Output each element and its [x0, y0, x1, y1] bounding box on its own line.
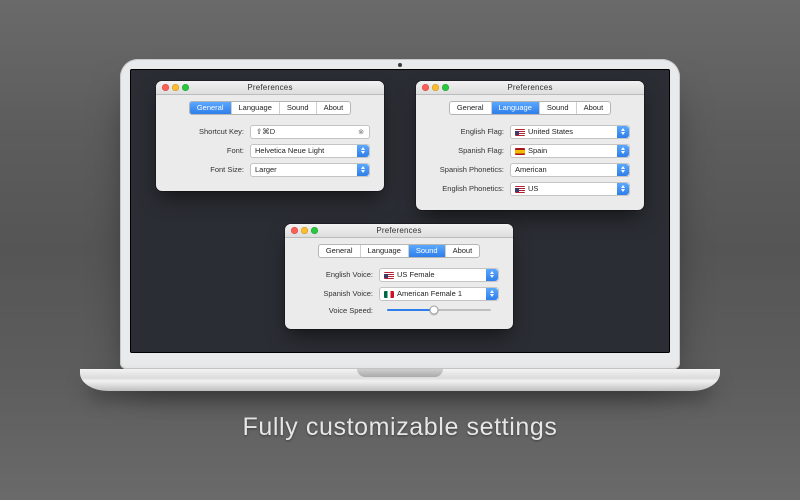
value-wrap: Spain — [515, 146, 547, 155]
tab-sound[interactable]: Sound — [409, 245, 446, 257]
row-english-flag: English Flag: United States — [430, 125, 630, 139]
row-font: Font: Helvetica Neue Light — [170, 144, 370, 158]
chevron-updown-icon — [617, 126, 629, 138]
english-flag-select[interactable]: United States — [510, 125, 630, 139]
row-shortcut: Shortcut Key: ⇧⌘D ⊗ — [170, 125, 370, 139]
tab-about[interactable]: About — [446, 245, 480, 257]
spanish-voice-value: American Female 1 — [397, 289, 462, 298]
font-select[interactable]: Helvetica Neue Light — [250, 144, 370, 158]
font-value: Helvetica Neue Light — [255, 146, 324, 155]
tab-bar: General Language Sound About — [449, 101, 611, 115]
font-size-value: Larger — [255, 165, 277, 174]
voice-speed-slider[interactable] — [379, 309, 499, 311]
spanish-phonetics-select[interactable]: American — [510, 163, 630, 177]
value-wrap: American Female 1 — [384, 289, 462, 298]
row-font-size: Font Size: Larger — [170, 163, 370, 177]
chevron-updown-icon — [617, 164, 629, 176]
slider-track — [387, 309, 491, 311]
preferences-window-language: Preferences General Language Sound About… — [416, 81, 644, 210]
tab-about[interactable]: About — [317, 102, 351, 114]
hinge-notch — [357, 369, 443, 377]
chevron-updown-icon — [486, 288, 498, 300]
tab-language[interactable]: Language — [232, 102, 280, 114]
chevron-updown-icon — [617, 145, 629, 157]
titlebar[interactable]: Preferences — [156, 81, 384, 95]
desktop: Preferences General Language Sound About… — [130, 69, 670, 353]
label-english-flag: English Flag: — [430, 127, 504, 136]
chevron-updown-icon — [617, 183, 629, 195]
row-english-phonetics: English Phonetics: US — [430, 182, 630, 196]
label-font-size: Font Size: — [170, 165, 244, 174]
label-voice-speed: Voice Speed: — [299, 306, 373, 315]
tab-general[interactable]: General — [319, 245, 361, 257]
row-spanish-flag: Spanish Flag: Spain — [430, 144, 630, 158]
row-english-voice: English Voice: US Female — [299, 268, 499, 282]
camera-dot — [398, 63, 402, 67]
label-font: Font: — [170, 146, 244, 155]
us-flag-icon — [515, 186, 525, 193]
marketing-caption: Fully customizable settings — [243, 413, 558, 442]
slider-thumb[interactable] — [429, 306, 438, 315]
chevron-updown-icon — [357, 164, 369, 176]
titlebar[interactable]: Preferences — [285, 224, 513, 238]
bezel: Preferences General Language Sound About… — [120, 59, 680, 369]
tab-sound[interactable]: Sound — [540, 102, 577, 114]
value-wrap: United States — [515, 127, 573, 136]
tab-language[interactable]: Language — [361, 245, 409, 257]
mexico-flag-icon — [384, 291, 394, 298]
row-spanish-voice: Spanish Voice: American Female 1 — [299, 287, 499, 301]
preferences-window-sound: Preferences General Language Sound About… — [285, 224, 513, 329]
english-voice-select[interactable]: US Female — [379, 268, 499, 282]
value-wrap: US Female — [384, 270, 435, 279]
english-phonetics-value: US — [528, 184, 538, 193]
spain-flag-icon — [515, 148, 525, 155]
form: English Flag: United States Spanish Flag… — [416, 115, 644, 210]
macbook-frame: Preferences General Language Sound About… — [80, 59, 720, 391]
tab-language[interactable]: Language — [492, 102, 540, 114]
chevron-updown-icon — [486, 269, 498, 281]
value-wrap: US — [515, 184, 538, 193]
us-flag-icon — [515, 129, 525, 136]
label-spanish-voice: Spanish Voice: — [299, 289, 373, 298]
window-title: Preferences — [416, 83, 644, 92]
form: Shortcut Key: ⇧⌘D ⊗ Font: Helvetica Neue… — [156, 115, 384, 191]
shortcut-value: ⇧⌘D — [256, 127, 275, 136]
tab-bar: General Language Sound About — [189, 101, 351, 115]
spanish-voice-select[interactable]: American Female 1 — [379, 287, 499, 301]
row-spanish-phonetics: Spanish Phonetics: American — [430, 163, 630, 177]
tab-about[interactable]: About — [577, 102, 611, 114]
titlebar[interactable]: Preferences — [416, 81, 644, 95]
label-spanish-phonetics: Spanish Phonetics: — [430, 165, 504, 174]
us-flag-icon — [384, 272, 394, 279]
spanish-flag-select[interactable]: Spain — [510, 144, 630, 158]
spanish-flag-value: Spain — [528, 146, 547, 155]
preferences-window-general: Preferences General Language Sound About… — [156, 81, 384, 191]
laptop-deck — [80, 369, 720, 391]
shortcut-input[interactable]: ⇧⌘D ⊗ — [250, 125, 370, 139]
record-icon: ⊗ — [358, 128, 364, 136]
label-english-phonetics: English Phonetics: — [430, 184, 504, 193]
form: English Voice: US Female Spanish Voice: … — [285, 258, 513, 329]
english-phonetics-select[interactable]: US — [510, 182, 630, 196]
slider-fill — [387, 309, 434, 311]
label-shortcut: Shortcut Key: — [170, 127, 244, 136]
window-title: Preferences — [156, 83, 384, 92]
label-spanish-flag: Spanish Flag: — [430, 146, 504, 155]
tab-general[interactable]: General — [190, 102, 232, 114]
english-voice-value: US Female — [397, 270, 435, 279]
chevron-updown-icon — [357, 145, 369, 157]
label-english-voice: English Voice: — [299, 270, 373, 279]
window-title: Preferences — [285, 226, 513, 235]
tab-general[interactable]: General — [450, 102, 492, 114]
english-flag-value: United States — [528, 127, 573, 136]
tab-bar: General Language Sound About — [318, 244, 480, 258]
tab-sound[interactable]: Sound — [280, 102, 317, 114]
row-voice-speed: Voice Speed: — [299, 306, 499, 315]
spanish-phonetics-value: American — [515, 165, 547, 174]
font-size-select[interactable]: Larger — [250, 163, 370, 177]
